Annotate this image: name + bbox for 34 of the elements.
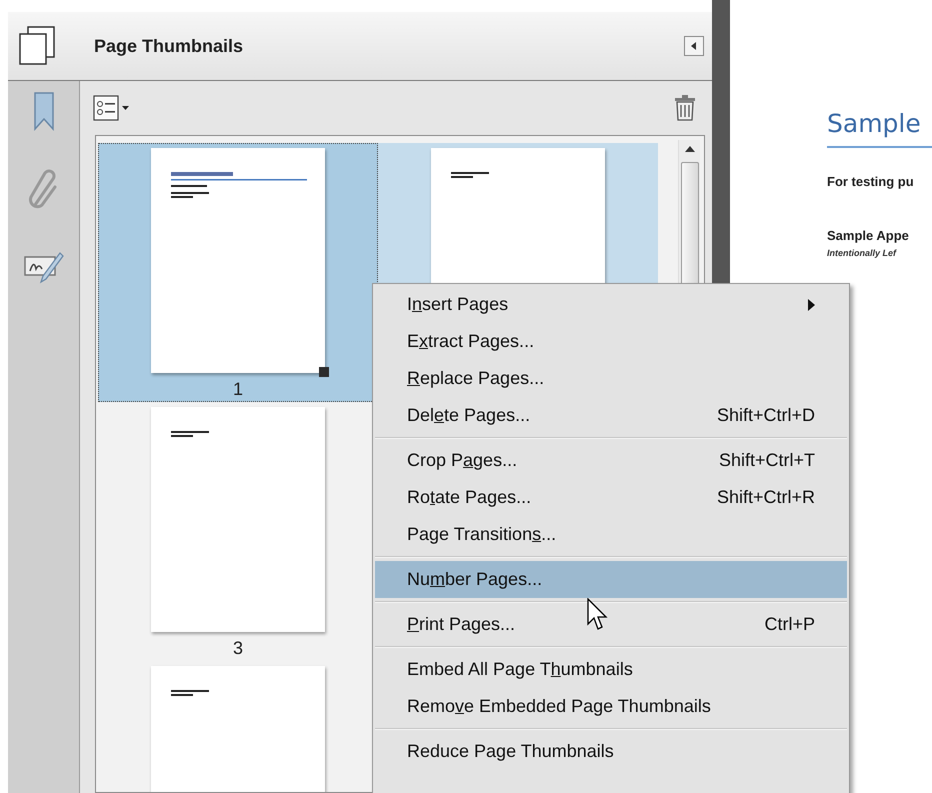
menu-item[interactable]: Replace Pages... <box>375 360 847 397</box>
menu-item[interactable]: Remove Embedded Page Thumbnails <box>375 688 847 725</box>
menu-item[interactable]: Crop Pages... Shift+Ctrl+T <box>375 442 847 479</box>
page-number: 3 <box>232 637 243 660</box>
document-subtitle: For testing pu <box>827 173 914 191</box>
menu-item[interactable]: Number Pages... <box>375 561 847 598</box>
signature-icon[interactable] <box>24 251 64 285</box>
document-note: Intentionally Lef <box>827 247 896 260</box>
options-button[interactable] <box>93 95 131 121</box>
menu-item[interactable]: Embed All Page Thumbnails <box>375 651 847 688</box>
menu-item[interactable]: Page Transitions... <box>375 516 847 553</box>
document-heading: Sample <box>827 108 921 140</box>
collapse-button[interactable] <box>684 36 704 56</box>
options-icon <box>93 95 131 121</box>
menu-item[interactable]: Print Pages... Ctrl+P <box>375 606 847 643</box>
scroll-up-icon[interactable] <box>684 146 694 152</box>
panel-title: Page Thumbnails <box>94 34 244 58</box>
resize-handle[interactable] <box>319 367 329 377</box>
page-thumbnail[interactable]: 1 <box>98 143 378 402</box>
menu-item[interactable]: Reduce Page Thumbnails <box>375 733 847 770</box>
page-preview-drawing <box>171 431 211 439</box>
page-number: 1 <box>232 378 243 401</box>
menu-item[interactable]: Delete Pages... Shift+Ctrl+D <box>375 397 847 434</box>
page-preview-drawing <box>451 172 491 180</box>
caret-left-icon <box>691 42 697 50</box>
page-preview-drawing <box>171 690 211 698</box>
submenu-arrow-icon <box>808 298 815 310</box>
delete-button[interactable] <box>674 95 696 121</box>
menu-item[interactable]: Insert Pages <box>375 286 847 323</box>
trash-icon <box>674 95 696 121</box>
menu-item[interactable]: Rotate Pages... Shift+Ctrl+R <box>375 479 847 516</box>
menu-item[interactable]: Extract Pages... <box>375 323 847 360</box>
document-label: Sample Appe <box>827 226 909 245</box>
bookmark-icon[interactable] <box>32 91 56 131</box>
